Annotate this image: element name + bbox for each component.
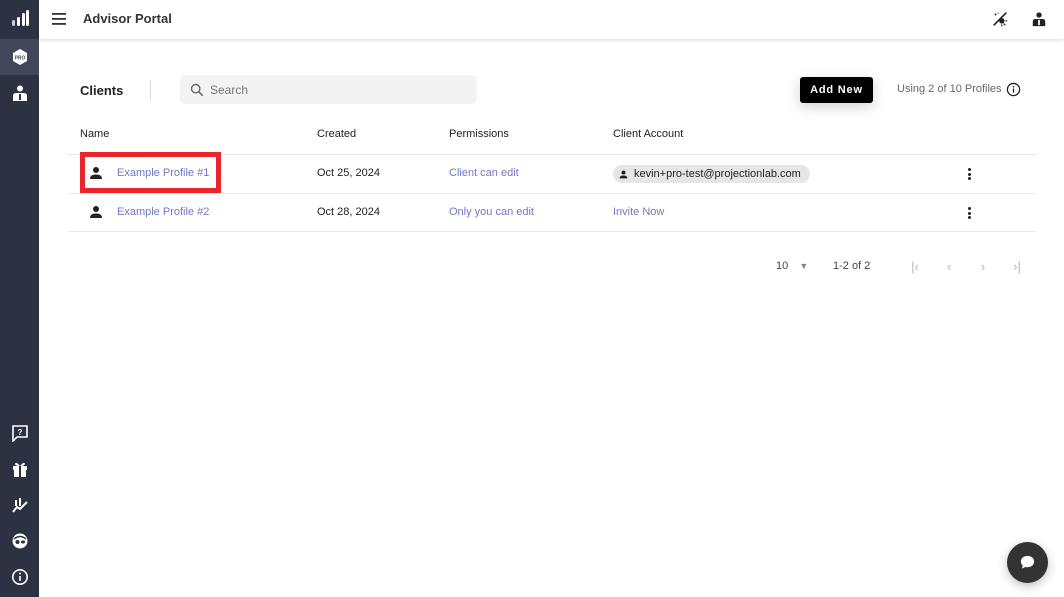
table-row: Example Profile #2 Oct 28, 2024 Only you… — [68, 193, 1036, 232]
help-chat-icon: ? — [11, 425, 28, 442]
chat-bubble-icon — [1020, 555, 1035, 569]
profile-name-link[interactable]: Example Profile #1 — [117, 167, 209, 179]
gift-icon — [12, 462, 27, 477]
header-name[interactable]: Name — [80, 128, 109, 140]
client-account-chip[interactable]: kevin+pro-test@projectionlab.com — [613, 165, 810, 183]
search-input[interactable] — [210, 82, 450, 97]
pro-badge-icon: PRO — [12, 49, 27, 65]
kebab-dot — [967, 177, 971, 180]
theme-toggle-button[interactable] — [990, 9, 1010, 29]
kebab-dot — [967, 172, 971, 176]
person-icon — [619, 170, 628, 178]
kebab-dot — [967, 216, 971, 219]
main-content: Clients Add New Using 2 of 10 Profiles N… — [39, 39, 1064, 597]
header-permissions[interactable]: Permissions — [449, 128, 509, 140]
dropdown-caret-icon: ▼ — [799, 261, 809, 271]
sidebar-item-home[interactable] — [0, 0, 39, 36]
community-icon — [12, 533, 27, 549]
theme-toggle-icon — [993, 12, 1008, 27]
next-page-button[interactable]: › — [975, 258, 991, 274]
svg-text:?: ? — [17, 428, 22, 437]
rows-per-page-select[interactable]: 10 ▼ — [776, 260, 808, 272]
app-title: Advisor Portal — [83, 11, 172, 26]
kebab-dot — [967, 168, 971, 171]
header-client-account[interactable]: Client Account — [613, 128, 683, 140]
sidebar-item-info[interactable] — [0, 559, 39, 595]
search-icon — [190, 83, 204, 96]
permissions-link[interactable]: Client can edit — [449, 167, 519, 179]
sidebar-item-growth[interactable] — [0, 487, 39, 523]
invite-now-link[interactable]: Invite Now — [613, 206, 664, 218]
chevron-right-icon: › — [980, 258, 986, 274]
account-button[interactable] — [1029, 9, 1049, 29]
title-divider — [150, 80, 151, 100]
profile-name-link[interactable]: Example Profile #2 — [117, 206, 209, 218]
top-app-bar: Advisor Portal — [39, 0, 1064, 39]
sidebar-item-advisor[interactable] — [0, 75, 39, 111]
sidebar-item-gift[interactable] — [0, 451, 39, 487]
last-page-button[interactable]: ›| — [1009, 258, 1025, 274]
chart-bars-logo-icon — [11, 10, 29, 26]
advisor-user-icon — [12, 85, 27, 101]
person-icon — [90, 206, 102, 218]
header-created[interactable]: Created — [317, 128, 356, 140]
add-new-button[interactable]: Add New — [800, 77, 873, 103]
prev-page-button[interactable]: ‹ — [941, 258, 957, 274]
table-row: Example Profile #1 Oct 25, 2024 Client c… — [68, 154, 1036, 193]
profile-usage-text: Using 2 of 10 Profiles — [897, 83, 1002, 95]
usage-info-icon[interactable] — [1006, 82, 1021, 97]
chevron-left-icon: ‹ — [946, 258, 952, 274]
created-date: Oct 28, 2024 — [317, 206, 380, 218]
kebab-dot — [967, 207, 971, 210]
sidebar: PRO ? — [0, 0, 39, 597]
info-icon — [11, 569, 28, 585]
pagination-range: 1-2 of 2 — [833, 260, 871, 272]
search-field[interactable] — [180, 75, 477, 104]
rows-per-page-value: 10 — [776, 260, 789, 272]
row-actions-menu[interactable] — [964, 205, 974, 221]
sidebar-item-help[interactable]: ? — [0, 415, 39, 451]
sidebar-item-community[interactable] — [0, 523, 39, 559]
first-page-button[interactable]: |‹ — [907, 258, 923, 274]
permissions-link[interactable]: Only you can edit — [449, 206, 534, 218]
sidebar-item-pro[interactable]: PRO — [0, 39, 39, 75]
person-icon — [90, 167, 102, 179]
row-actions-menu[interactable] — [964, 166, 974, 182]
client-account-email: kevin+pro-test@projectionlab.com — [634, 168, 801, 180]
first-page-icon: |‹ — [911, 258, 919, 274]
last-page-icon: ›| — [1013, 258, 1021, 274]
svg-text:PRO: PRO — [14, 56, 25, 62]
account-icon — [1032, 12, 1046, 27]
growth-chart-icon — [11, 498, 28, 513]
hamburger-menu-icon[interactable] — [51, 11, 69, 27]
created-date: Oct 25, 2024 — [317, 167, 380, 179]
kebab-dot — [967, 211, 971, 215]
page-title: Clients — [80, 83, 124, 98]
chat-button[interactable] — [1007, 542, 1048, 583]
